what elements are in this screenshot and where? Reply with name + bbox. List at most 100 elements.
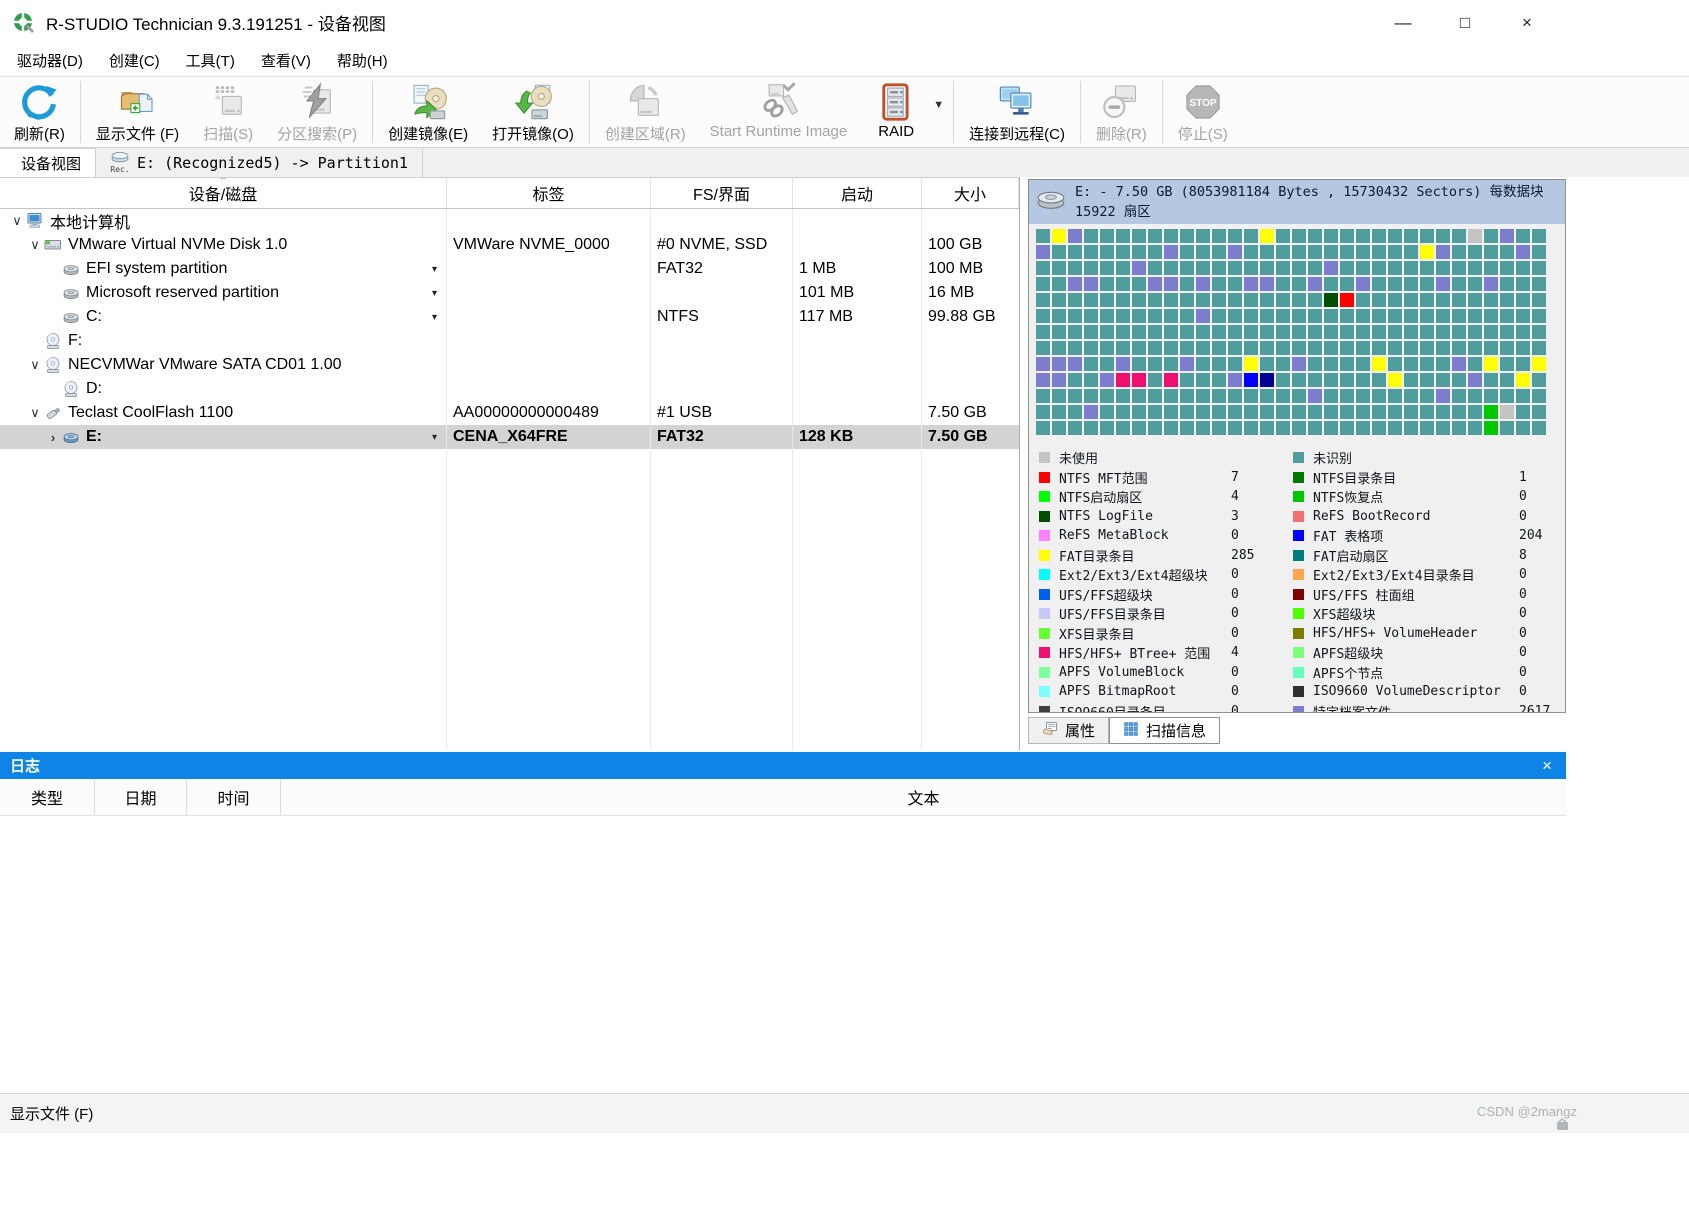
show-files-button[interactable]: 显示文件 (F) [84,77,191,147]
delete-button[interactable]: 删除(R) [1084,77,1159,147]
log-column-3[interactable]: 文本 [281,779,1566,815]
menu-view[interactable]: 查看(V) [248,46,324,75]
raid-button[interactable]: RAID [859,77,933,147]
legend-swatch [1039,667,1050,678]
menu-drives[interactable]: 驱动器(D) [4,46,96,75]
size-cell [922,209,1019,233]
start-cell: 101 MB [793,281,922,305]
map-block [1244,405,1258,419]
map-block [1292,357,1306,371]
legend-value: 3 [1231,509,1267,524]
map-block [1132,261,1146,275]
table-row[interactable]: D: [0,377,1019,401]
legend-value: 8 [1519,548,1555,563]
menu-create[interactable]: 创建(C) [96,46,173,75]
legend-item: HFS/HFS+ BTree+ 范围4 [1039,643,1267,663]
column-header-2[interactable]: FS/界面 [651,178,793,208]
tree-expander-icon[interactable]: ∨ [26,405,44,421]
map-block [1404,325,1418,339]
tab-label: 设备视图 [21,153,81,174]
tab-recognized-partition[interactable]: Rec. E: (Recognized5) -> Partition1 [96,148,423,177]
map-block [1356,245,1370,259]
map-block [1500,325,1514,339]
map-block [1484,357,1498,371]
map-block [1180,293,1194,307]
legend-swatch [1039,452,1050,463]
legend-swatch [1039,628,1050,639]
start-cell: 1 MB [793,257,922,281]
close-button[interactable]: × [1496,6,1558,40]
log-column-0[interactable]: 类型 [0,779,95,815]
row-dropdown-icon[interactable]: ▾ [432,432,437,443]
table-row[interactable]: ∨Teclast CoolFlash 1100AA00000000000489#… [0,401,1019,425]
column-header-3[interactable]: 启动 [793,178,922,208]
row-dropdown-icon[interactable]: ▾ [432,312,437,323]
log-close-icon[interactable]: × [1538,756,1556,776]
open-image-button[interactable]: 打开镜像(O) [480,77,586,147]
raid-dropdown-arrow-icon[interactable]: ▼ [933,77,950,147]
table-row[interactable]: EFI system partition▾FAT321 MB100 MB [0,257,1019,281]
legend-swatch [1293,686,1304,697]
app-icon [12,11,36,35]
table-row[interactable]: C:▾NTFS117 MB99.88 GB [0,305,1019,329]
tree-expander-icon[interactable]: › [44,430,62,445]
watermark-logo-icon [1556,1118,1569,1131]
panel-tab-属性[interactable]: 属性 [1028,717,1109,744]
map-block [1340,405,1354,419]
scan-button[interactable]: 扫描(S) [191,77,265,147]
map-block [1180,389,1194,403]
row-dropdown-icon[interactable]: ▾ [432,264,437,275]
tab-device-view[interactable]: i 设备视图 [0,148,96,177]
table-row[interactable]: ∨NECVMWar VMware SATA CD01 1.00 [0,353,1019,377]
menu-help[interactable]: 帮助(H) [324,46,401,75]
map-block [1324,309,1338,323]
map-block [1276,245,1290,259]
legend-label: APFS VolumeBlock [1059,665,1231,680]
tree-expander-icon[interactable]: ∨ [26,237,44,253]
table-row[interactable]: ›E:▾CENA_X64FREFAT32128 KB7.50 GB [0,425,1019,449]
create-image-button[interactable]: 创建镜像(E) [376,77,480,147]
table-row[interactable]: ∨本地计算机 [0,209,1019,233]
panel-tab-扫描信息[interactable]: 扫描信息 [1109,717,1220,744]
minimize-button[interactable]: — [1372,6,1434,40]
map-block [1084,309,1098,323]
row-dropdown-icon[interactable]: ▾ [432,288,437,299]
partition-search-button[interactable]: 分区搜索(P) [265,77,369,147]
log-column-2[interactable]: 时间 [187,779,281,815]
map-block [1436,421,1450,435]
size-cell [922,377,1019,401]
start-runtime-image-button[interactable]: Start Runtime Image [698,77,860,147]
map-block [1356,277,1370,291]
legend-item: FAT目录条目285 [1039,546,1267,566]
table-row[interactable]: Microsoft reserved partition▾101 MB16 MB [0,281,1019,305]
column-header-4[interactable]: 大小 [922,178,1019,208]
map-block [1260,245,1274,259]
maximize-button[interactable]: □ [1434,6,1496,40]
stop-button[interactable]: STOP停止(S) [1166,77,1240,147]
map-block [1452,389,1466,403]
connect-remote-button[interactable]: 连接到远程(C) [957,77,1077,147]
column-header-1[interactable]: 标签 [447,178,651,208]
map-block [1404,389,1418,403]
map-block [1164,293,1178,307]
table-row[interactable]: F: [0,329,1019,353]
map-block [1420,389,1434,403]
menu-tools[interactable]: 工具(T) [173,46,248,75]
block-map[interactable] [1029,224,1555,440]
map-block [1068,229,1082,243]
map-block [1132,245,1146,259]
map-block [1260,229,1274,243]
refresh-button[interactable]: 刷新(R) [2,77,77,147]
map-block [1036,293,1050,307]
tree-expander-icon[interactable]: ∨ [8,213,26,229]
map-block [1100,389,1114,403]
column-header-0[interactable]: 设备/磁盘ˆ [0,178,447,208]
map-block [1036,389,1050,403]
create-region-button[interactable]: 创建区域(R) [593,77,698,147]
map-block [1068,245,1082,259]
legend-value: 2617 [1519,704,1555,713]
legend-label: NTFS启动扇区 [1059,487,1231,506]
tree-expander-icon[interactable]: ∨ [26,357,44,373]
table-row[interactable]: ∨VMware Virtual NVMe Disk 1.0VMWare NVME… [0,233,1019,257]
log-column-1[interactable]: 日期 [95,779,187,815]
